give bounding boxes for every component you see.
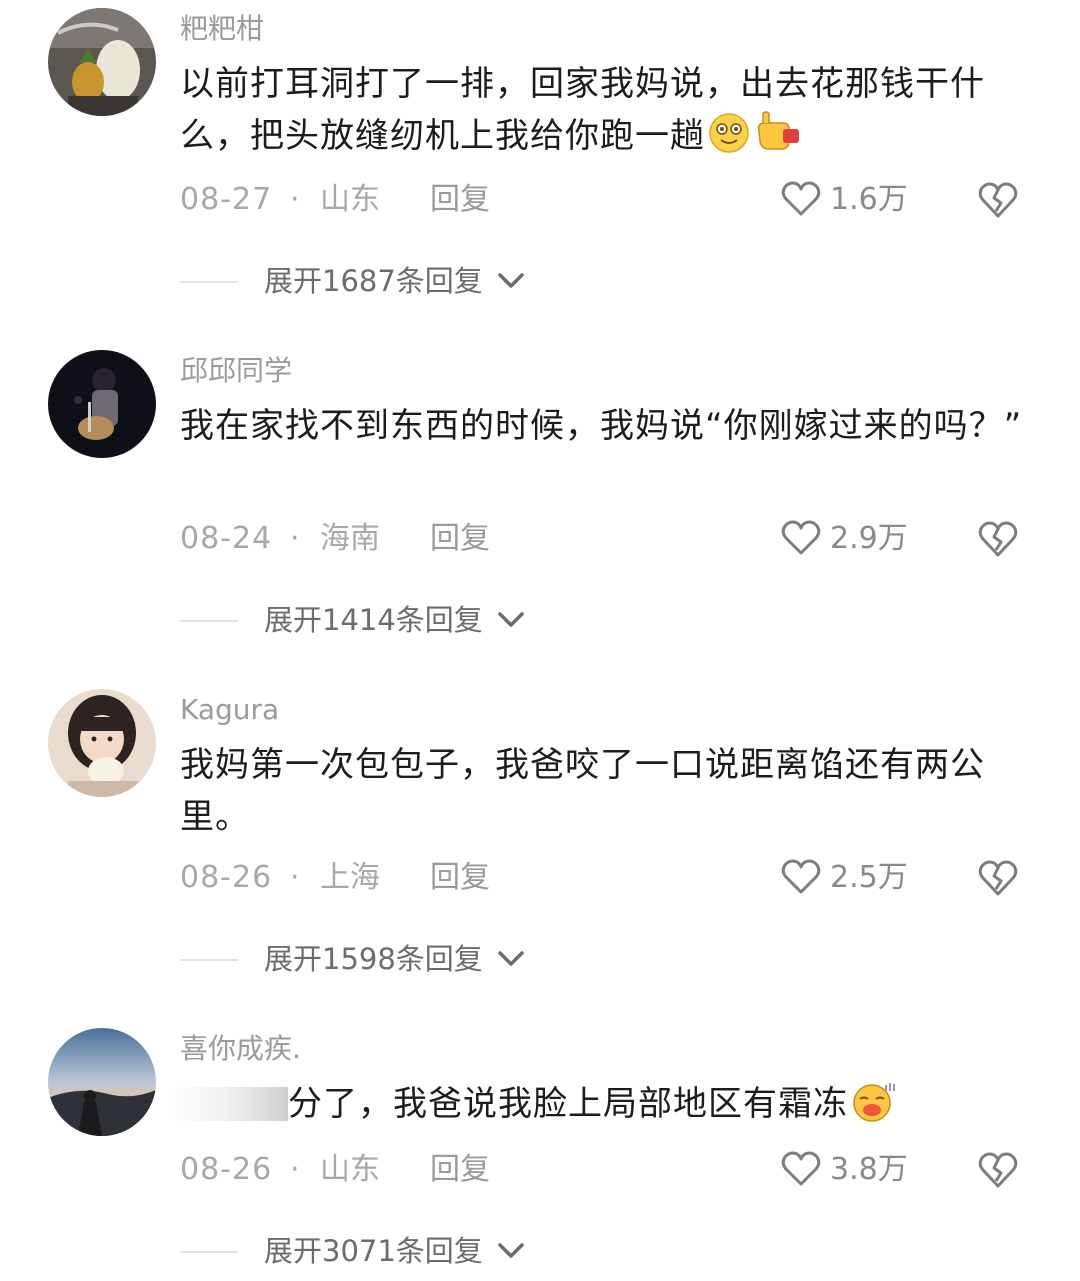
meta-separator: · xyxy=(290,182,300,217)
heart-outline-icon xyxy=(781,520,821,555)
heart-outline-icon xyxy=(781,1151,821,1186)
comment-text: 分了，我爸说我脸上局部地区有霜冻 xyxy=(170,1078,1030,1138)
username[interactable]: Kagura xyxy=(180,691,279,729)
username[interactable]: 粑粑柑 xyxy=(180,10,264,48)
comment-meta: 08-27 · 山东 回复 1.6万 xyxy=(180,180,1040,220)
dislike-button[interactable] xyxy=(976,1148,1020,1192)
like-count: 2.5万 xyxy=(830,860,908,895)
username[interactable]: 邱邱同学 xyxy=(180,352,292,390)
smiling-face-emoji-icon xyxy=(707,111,751,170)
broken-heart-icon xyxy=(978,1152,1018,1188)
comment-location: 山东 xyxy=(320,1152,380,1187)
like-count: 3.8万 xyxy=(830,1152,908,1187)
dislike-button[interactable] xyxy=(976,856,1020,900)
comment-text: 以前打耳洞打了一排，回家我妈说，出去花那钱干什么，把头放缝纫机上我给你跑一趟 xyxy=(180,58,1040,170)
divider-line xyxy=(180,620,238,622)
kissing-face-emoji-icon xyxy=(850,1079,898,1138)
expand-replies-label: 展开1598条回复 xyxy=(264,942,483,976)
meta-separator: · xyxy=(290,1152,300,1187)
comment-date: 08-26 xyxy=(180,860,273,895)
avatar[interactable] xyxy=(48,350,156,458)
expand-replies-label: 展开1687条回复 xyxy=(264,264,483,298)
comment-location: 山东 xyxy=(320,182,380,217)
reply-button[interactable]: 回复 xyxy=(430,1150,490,1190)
dislike-button[interactable] xyxy=(976,517,1020,561)
avatar-image xyxy=(48,689,156,797)
pointing-hand-emoji-icon xyxy=(753,111,801,170)
avatar[interactable] xyxy=(48,689,156,797)
reply-button[interactable]: 回复 xyxy=(430,180,490,220)
comment-meta: 08-26 · 上海 回复 2.5万 xyxy=(180,858,1040,898)
broken-heart-icon xyxy=(978,182,1018,218)
meta-separator: · xyxy=(290,860,300,895)
comment-date: 08-24 xyxy=(180,521,273,556)
avatar[interactable] xyxy=(48,8,156,116)
divider-line xyxy=(180,1251,238,1253)
comment-location: 海南 xyxy=(320,521,380,556)
divider-line xyxy=(180,959,238,961)
avatar-image xyxy=(48,8,156,116)
comment-date: 08-27 xyxy=(180,182,273,217)
comment-text-body: 分了，我爸说我脸上局部地区有霜冻 xyxy=(288,1084,848,1124)
dislike-button[interactable] xyxy=(976,178,1020,222)
comment-text: 我妈第一次包包子，我爸咬了一口说距离馅还有两公里。 xyxy=(180,739,1040,843)
meta-separator: · xyxy=(290,521,300,556)
heart-outline-icon xyxy=(781,181,821,216)
reply-button[interactable]: 回复 xyxy=(430,519,490,559)
chevron-down-icon xyxy=(498,612,524,627)
chevron-down-icon xyxy=(498,273,524,288)
expand-replies-label: 展开3071条回复 xyxy=(264,1234,483,1268)
comment-text-body: 我在家找不到东西的时候，我妈说“你刚嫁过来的吗？” xyxy=(180,406,1023,446)
like-count: 1.6万 xyxy=(830,182,908,217)
comment-location: 上海 xyxy=(320,860,380,895)
chevron-down-icon xyxy=(498,1243,524,1258)
avatar-image xyxy=(48,1028,156,1136)
avatar[interactable] xyxy=(48,1028,156,1136)
comment-date: 08-26 xyxy=(180,1152,273,1187)
blurred-text-region xyxy=(170,1087,288,1121)
username[interactable]: 喜你成疾. xyxy=(180,1030,301,1068)
comment-text: 我在家找不到东西的时候，我妈说“你刚嫁过来的吗？” xyxy=(180,400,1040,452)
broken-heart-icon xyxy=(978,521,1018,557)
comment-meta: 08-26 · 山东 回复 3.8万 xyxy=(180,1150,1040,1190)
comment-text-body: 我妈第一次包包子，我爸咬了一口说距离馅还有两公里。 xyxy=(180,745,985,837)
comment-text-body: 以前打耳洞打了一排，回家我妈说，出去花那钱干什么，把头放缝纫机上我给你跑一趟 xyxy=(180,64,985,156)
like-count: 2.9万 xyxy=(830,521,908,556)
broken-heart-icon xyxy=(978,860,1018,896)
avatar-image xyxy=(48,350,156,458)
expand-replies-label: 展开1414条回复 xyxy=(264,603,483,637)
heart-outline-icon xyxy=(781,859,821,894)
reply-button[interactable]: 回复 xyxy=(430,858,490,898)
chevron-down-icon xyxy=(498,951,524,966)
comment-meta: 08-24 · 海南 回复 2.9万 xyxy=(180,519,1040,559)
divider-line xyxy=(180,281,238,283)
